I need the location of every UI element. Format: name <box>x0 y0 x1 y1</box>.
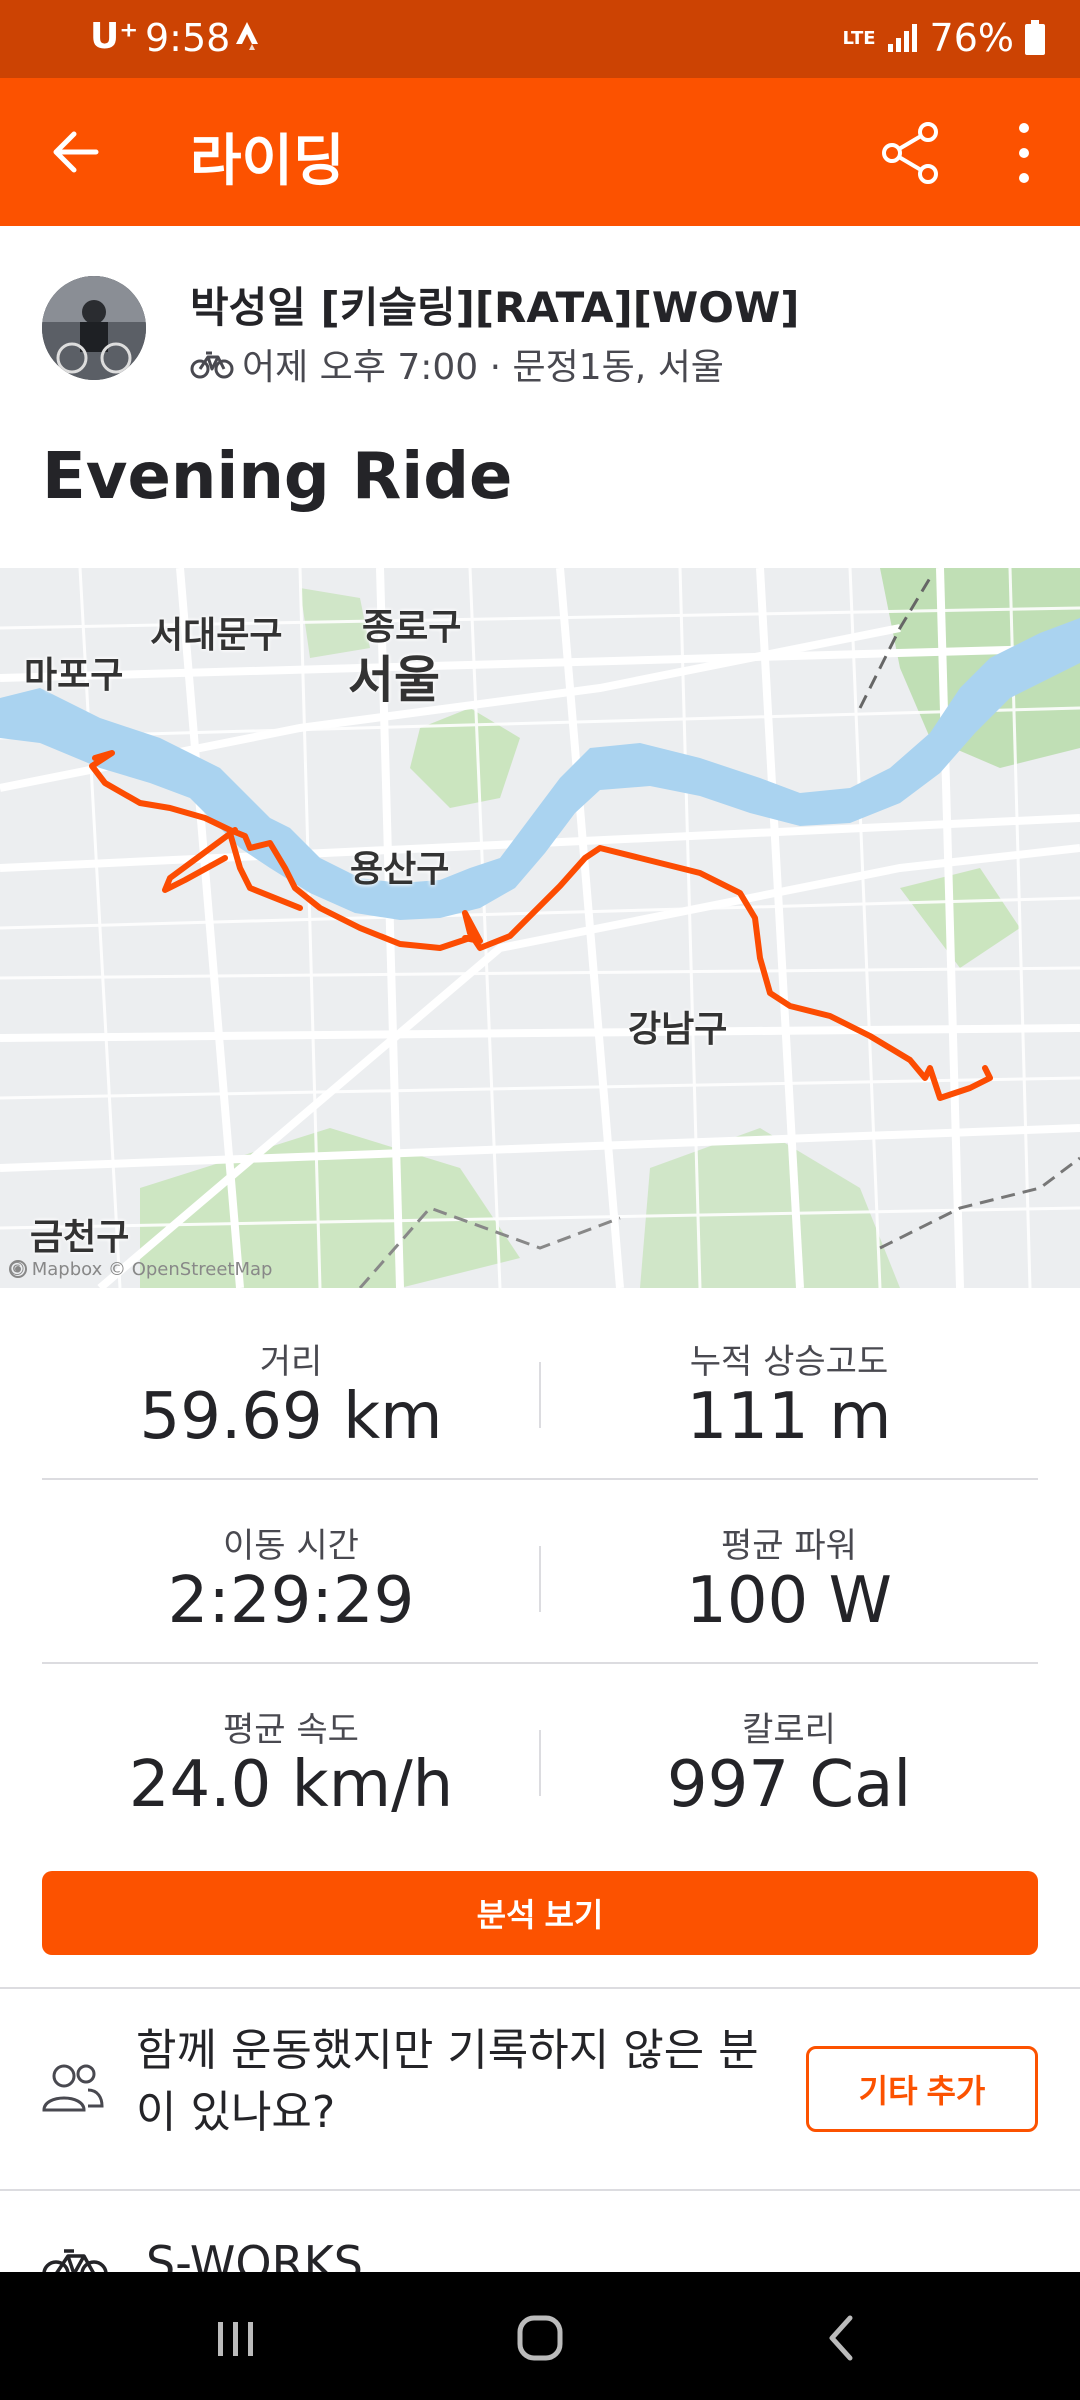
stat-label: 평균 파워 <box>721 1526 857 1566</box>
bike-icon <box>190 351 234 379</box>
map-canvas <box>0 568 1080 1288</box>
carrier-label: U⁺ <box>90 16 139 57</box>
status-time: 9:58 <box>145 16 231 60</box>
stat-avg-speed: 평균 속도 24.0 km/h <box>42 1664 540 1848</box>
battery-icon <box>1025 20 1045 55</box>
battery-percent: 76% <box>929 16 1014 60</box>
stat-label: 평균 속도 <box>223 1710 359 1750</box>
share-icon[interactable] <box>878 120 944 186</box>
bike-icon <box>42 2249 108 2272</box>
stat-value: 59.69 km <box>139 1380 443 1454</box>
stats-row: 이동 시간 2:29:29 평균 파워 100 W <box>42 1480 1038 1664</box>
more-options-icon[interactable] <box>1004 118 1044 188</box>
people-icon <box>42 2064 104 2112</box>
lte-icon: LTE <box>842 27 876 49</box>
route-map[interactable]: 서대문구 종로구 마포구 서울 용산구 강남구 금천구 © Mapbox © O… <box>0 568 1080 1288</box>
app-bar: 라이딩 <box>0 78 1080 226</box>
divider <box>0 1987 1080 1989</box>
stats-grid: 거리 59.69 km 누적 상승고도 111 m 이동 시간 2:29:29 … <box>42 1296 1038 1848</box>
map-attribution[interactable]: © Mapbox © OpenStreetMap <box>8 1259 272 1280</box>
stat-avg-power: 평균 파워 100 W <box>540 1480 1038 1664</box>
divider <box>0 2189 1080 2191</box>
stat-value: 111 m <box>686 1380 892 1454</box>
gear-name: S-WORKS <box>146 2236 363 2272</box>
stat-elevation: 누적 상승고도 111 m <box>540 1296 1038 1480</box>
signal-icon <box>887 24 917 52</box>
stat-value: 997 Cal <box>666 1748 912 1822</box>
stat-label: 칼로리 <box>742 1710 836 1750</box>
add-others-section: 함께 운동했지만 기록하지 않은 분이 있나요? 기타 추가 <box>0 1990 1080 2190</box>
map-attribution-text: © Mapbox © OpenStreetMap <box>8 1259 273 1280</box>
athlete-header: 박성일 [키슬링][RATA][WOW] 어제 오후 7:00 · 문정1동, … <box>0 226 1080 426</box>
stat-distance: 거리 59.69 km <box>42 1296 540 1480</box>
add-others-button[interactable]: 기타 추가 <box>806 2046 1038 2132</box>
strava-notification-icon <box>236 22 258 50</box>
map-label-seoul: 서울 <box>348 651 440 709</box>
home-icon[interactable] <box>510 2308 570 2368</box>
map-label-gangnam: 강남구 <box>628 1009 728 1050</box>
back-arrow-icon[interactable] <box>44 120 108 184</box>
status-bar: U⁺ 9:58 LTE 76% <box>0 0 1080 78</box>
stat-label: 거리 <box>259 1342 323 1382</box>
map-label-yongsan: 용산구 <box>350 849 450 890</box>
map-label-mapo: 마포구 <box>24 655 124 696</box>
gear-row[interactable]: S-WORKS <box>0 2192 1080 2272</box>
mapbox-logo-icon <box>9 1260 27 1278</box>
activity-title: Evening Ride <box>42 440 513 514</box>
stat-label: 이동 시간 <box>223 1526 359 1566</box>
stat-label: 누적 상승고도 <box>689 1342 889 1382</box>
map-label-geumcheon: 금천구 <box>30 1217 130 1258</box>
add-others-prompt: 함께 운동했지만 기록하지 않은 분이 있나요? <box>136 2025 759 2138</box>
system-nav-bar <box>0 2272 1080 2400</box>
avatar[interactable] <box>42 276 146 380</box>
athlete-name[interactable]: 박성일 [키슬링][RATA][WOW] <box>190 274 799 335</box>
stat-calories: 칼로리 997 Cal <box>540 1664 1038 1848</box>
stat-moving-time: 이동 시간 2:29:29 <box>42 1480 540 1664</box>
activity-meta: 어제 오후 7:00 · 문정1동, 서울 <box>190 338 724 390</box>
stat-value: 100 W <box>686 1564 892 1638</box>
recent-apps-icon[interactable] <box>206 2308 266 2368</box>
stat-value: 2:29:29 <box>167 1564 415 1638</box>
stats-row: 평균 속도 24.0 km/h 칼로리 997 Cal <box>42 1664 1038 1848</box>
view-analysis-button[interactable]: 분석 보기 <box>42 1871 1038 1955</box>
stat-value: 24.0 km/h <box>128 1748 454 1822</box>
page-title: 라이딩 <box>190 129 345 194</box>
activity-meta-text: 어제 오후 7:00 · 문정1동, 서울 <box>242 347 724 388</box>
map-label-seodaemun: 서대문구 <box>150 615 283 656</box>
back-nav-icon[interactable] <box>812 2308 872 2368</box>
stats-row: 거리 59.69 km 누적 상승고도 111 m <box>42 1296 1038 1480</box>
